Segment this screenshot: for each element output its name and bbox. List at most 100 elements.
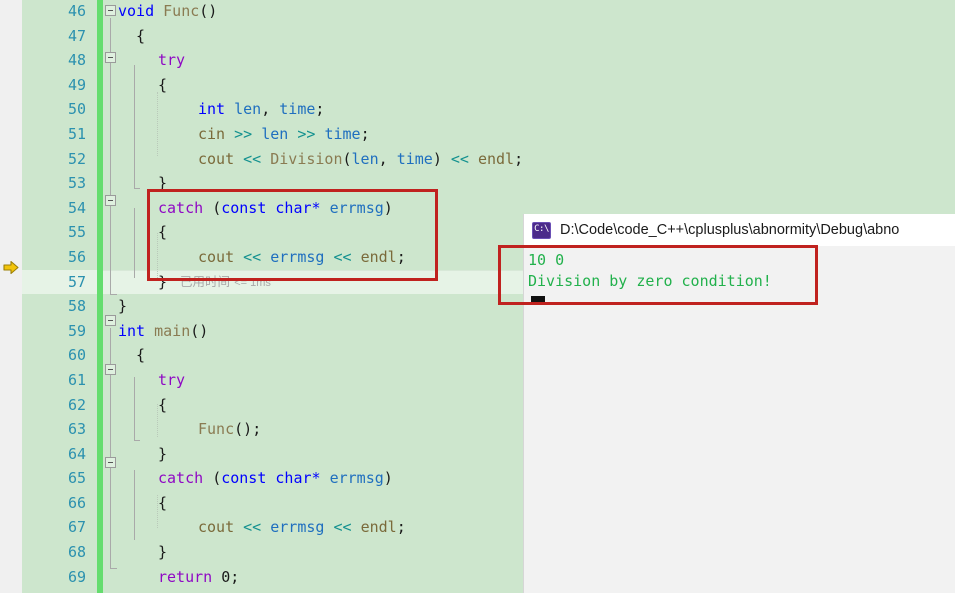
indent-guide-3 xyxy=(157,404,159,437)
editor-glyph-margin[interactable] xyxy=(0,0,22,593)
token-paren-close: ) xyxy=(383,469,393,488)
token-keyword-try: try xyxy=(158,51,186,70)
fold-toggle-func[interactable] xyxy=(105,5,116,16)
line-content: { xyxy=(158,393,167,418)
line-content: } xyxy=(158,540,167,565)
token-semicolon: ; xyxy=(396,518,406,537)
token-operator-insert: << xyxy=(333,518,352,537)
line-content: { xyxy=(136,343,145,368)
token-keyword-char-pointer: char* xyxy=(275,469,321,488)
token-semicolon: ; xyxy=(514,149,524,168)
change-indicator-bar xyxy=(97,0,103,593)
console-window-icon: C:\ xyxy=(532,221,551,239)
indent-guide-4 xyxy=(157,495,159,528)
console-output-line-1: 10 0 xyxy=(528,251,565,269)
line-content: { xyxy=(158,73,167,98)
outline-guide-end-try2 xyxy=(134,440,140,441)
fold-toggle-main[interactable] xyxy=(105,315,116,326)
token-semicolon: ; xyxy=(360,124,370,143)
token-keyword-int: int xyxy=(118,321,146,340)
fold-toggle-try1[interactable] xyxy=(105,52,116,63)
outline-guide-try2 xyxy=(134,377,135,440)
token-keyword-catch: catch xyxy=(158,198,204,217)
line-content: cout << Division(len, time) << endl; xyxy=(198,147,523,172)
code-line-53[interactable]: 53 } xyxy=(0,171,955,196)
line-content: int main() xyxy=(118,319,208,344)
console-output-line-2: Division by zero condition! xyxy=(528,272,772,290)
execution-pointer-arrow xyxy=(3,260,19,275)
line-content: } xyxy=(158,442,167,467)
token-operator-insert: << xyxy=(243,518,262,537)
fold-toggle-catch1[interactable] xyxy=(105,195,116,206)
line-content: } xyxy=(158,270,167,295)
token-operator-insert: << xyxy=(243,247,262,266)
elapsed-time-annotation: 已用时间 <= 1ms xyxy=(180,270,271,296)
token-keyword-int: int xyxy=(198,100,226,119)
token-identifier-len: len xyxy=(234,100,262,119)
token-function-func: Func xyxy=(198,420,235,439)
token-operator-insert: << xyxy=(243,149,262,168)
token-brace: } xyxy=(158,272,168,291)
line-content: } xyxy=(118,294,127,319)
token-identifier-len: len xyxy=(351,149,379,168)
console-icon-glyph: C:\ xyxy=(534,223,549,234)
token-keyword-const: const xyxy=(221,469,267,488)
token-semicolon: ; xyxy=(396,247,406,266)
code-line-50[interactable]: 50 int len, time; xyxy=(0,97,955,122)
token-operator-insert: << xyxy=(450,149,469,168)
token-brace: { xyxy=(136,346,146,365)
token-identifier-time: time xyxy=(279,100,316,119)
token-operator-extract: >> xyxy=(297,124,316,143)
outline-guide-end-main xyxy=(110,568,117,569)
indent-guide-1 xyxy=(157,92,159,156)
token-identifier-errmsg: errmsg xyxy=(329,469,384,488)
token-function-division: Division xyxy=(270,149,343,168)
token-comma: , xyxy=(261,100,271,119)
token-stream-cout: cout xyxy=(198,518,235,537)
console-title-bar[interactable]: C:\ D:\Code\code_C++\cplusplus\abnormity… xyxy=(524,214,955,246)
outline-guide-catch1 xyxy=(134,208,135,278)
console-title-path: D:\Code\code_C++\cplusplus\abnormity\Deb… xyxy=(560,222,900,238)
token-comma: , xyxy=(378,149,388,168)
console-text-cursor xyxy=(531,296,545,303)
console-output-body[interactable]: 10 0 Division by zero condition! xyxy=(524,246,955,303)
token-identifier-time: time xyxy=(396,149,433,168)
line-content: { xyxy=(158,220,167,245)
token-stream-endl: endl xyxy=(477,149,515,168)
token-paren-open: ( xyxy=(342,149,352,168)
token-parens: () xyxy=(199,2,218,20)
fold-toggle-catch2[interactable] xyxy=(105,457,116,468)
elapsed-time-value: <= 1ms xyxy=(234,276,271,289)
code-line-47[interactable]: 47 { xyxy=(0,24,955,49)
token-brace: } xyxy=(158,174,168,193)
token-brace: } xyxy=(158,543,168,562)
outline-guide-end-try1 xyxy=(134,188,140,189)
code-line-49[interactable]: 49 { xyxy=(0,73,955,98)
token-keyword-const: const xyxy=(221,198,267,217)
code-line-46[interactable]: 46 void Func() xyxy=(0,0,955,24)
code-line-48[interactable]: 48 try xyxy=(0,48,955,73)
token-identifier-errmsg: errmsg xyxy=(329,198,384,217)
token-parens: () xyxy=(234,420,253,439)
line-content: } xyxy=(158,171,167,196)
console-output-window[interactable]: C:\ D:\Code\code_C++\cplusplus\abnormity… xyxy=(524,214,955,593)
token-semicolon: ; xyxy=(230,567,240,586)
token-semicolon: ; xyxy=(315,100,325,119)
token-keyword-char-pointer: char* xyxy=(275,198,321,217)
line-content: int len, time; xyxy=(198,97,324,122)
line-content: try xyxy=(158,368,185,393)
fold-toggle-try2[interactable] xyxy=(105,364,116,375)
token-brace: } xyxy=(158,444,168,463)
token-keyword-catch: catch xyxy=(158,469,204,488)
token-paren-open: ( xyxy=(212,469,222,488)
token-identifier-errmsg: errmsg xyxy=(270,518,325,537)
elapsed-time-label: 已用时间 xyxy=(180,274,231,289)
token-operator-extract: >> xyxy=(234,124,253,143)
indent-guide-2 xyxy=(157,233,159,278)
line-content: } xyxy=(136,589,145,593)
line-content: catch (const char* errmsg) xyxy=(158,466,393,491)
token-identifier-len: len xyxy=(261,124,289,143)
outline-guide-catch2 xyxy=(134,470,135,540)
code-line-51[interactable]: 51 cin >> len >> time; xyxy=(0,122,955,147)
code-line-52[interactable]: 52 cout << Division(len, time) << endl; xyxy=(0,147,955,172)
